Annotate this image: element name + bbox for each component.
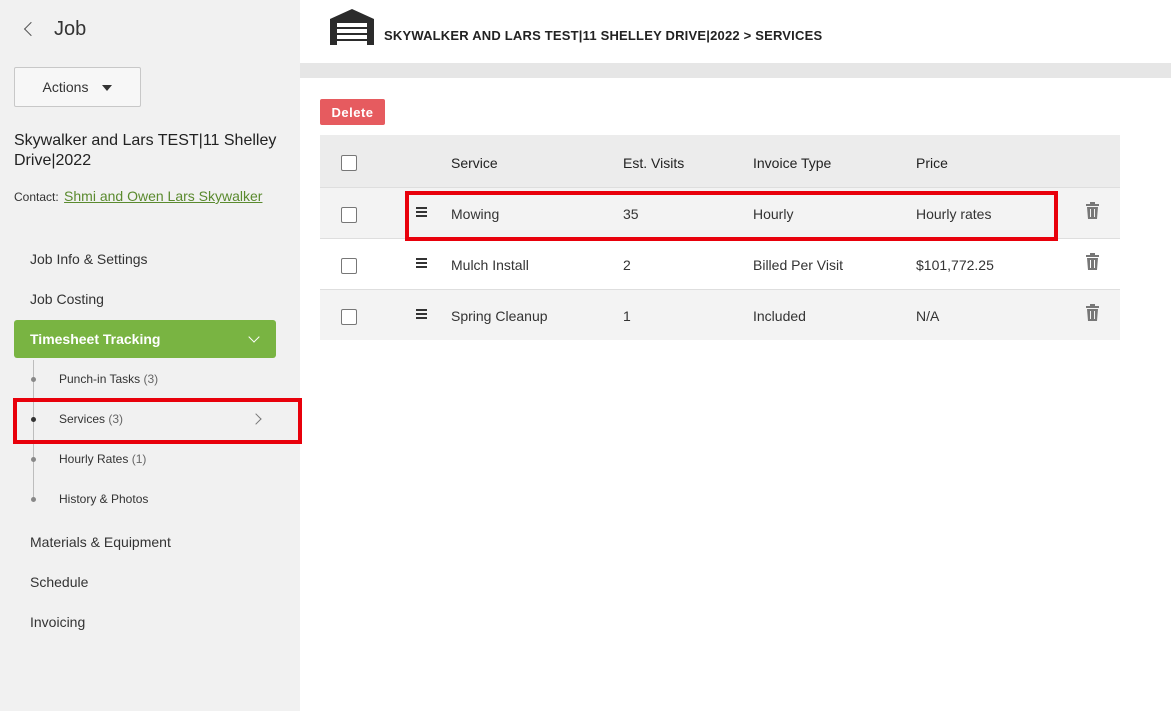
subnav-label: Services bbox=[59, 412, 106, 426]
subnav-count: (1) bbox=[131, 452, 147, 466]
subnav-label: Hourly Rates bbox=[59, 452, 129, 466]
subnav-count: (3) bbox=[143, 372, 159, 386]
subnav-dot-active bbox=[31, 417, 36, 422]
header-divider-bar bbox=[300, 63, 1171, 78]
nav-timesheet-label: Timesheet Tracking bbox=[30, 331, 161, 347]
cell-est-visits: 35 bbox=[623, 206, 639, 222]
page-title: Job bbox=[54, 17, 87, 40]
cell-invoice-type: Hourly bbox=[753, 206, 794, 222]
table-row[interactable]: Mulch Install 2 Billed Per Visit $101,77… bbox=[320, 238, 1120, 289]
trash-icon[interactable] bbox=[1086, 202, 1099, 219]
trash-icon[interactable] bbox=[1086, 253, 1099, 270]
sidebar: Job Actions Skywalker and Lars TEST|11 S… bbox=[0, 0, 300, 711]
contact-line: Contact: Shmi and Owen Lars Skywalker bbox=[14, 188, 262, 204]
cell-service: Mowing bbox=[451, 206, 500, 222]
subnav-dot bbox=[31, 497, 36, 502]
cell-price: Hourly rates bbox=[916, 206, 992, 222]
cell-invoice-type: Included bbox=[753, 308, 806, 324]
subnav-punch-in-tasks[interactable]: Punch-in Tasks (3) bbox=[59, 372, 158, 386]
subnav-history-photos[interactable]: History & Photos bbox=[59, 492, 148, 506]
job-title: Skywalker and Lars TEST|11 Shelley Drive… bbox=[14, 132, 277, 169]
select-all-checkbox[interactable] bbox=[341, 155, 357, 171]
subnav-dot bbox=[31, 457, 36, 462]
table-row[interactable]: Mowing 35 Hourly Hourly rates bbox=[320, 187, 1120, 238]
nav-job-costing[interactable]: Job Costing bbox=[30, 291, 104, 307]
trash-icon[interactable] bbox=[1086, 304, 1099, 321]
subnav-hourly-rates[interactable]: Hourly Rates (1) bbox=[59, 452, 146, 466]
nav-schedule[interactable]: Schedule bbox=[30, 574, 88, 590]
column-header-service[interactable]: Service bbox=[451, 155, 498, 171]
subnav-label: History & Photos bbox=[59, 492, 149, 506]
cell-est-visits: 1 bbox=[623, 308, 631, 324]
drag-handle-icon[interactable] bbox=[416, 309, 427, 319]
cell-service: Mulch Install bbox=[451, 257, 529, 273]
header: SKYWALKER AND LARS TEST|11 SHELLEY DRIVE… bbox=[300, 0, 1171, 63]
contact-label: Contact: bbox=[14, 190, 59, 204]
column-header-price[interactable]: Price bbox=[916, 155, 948, 171]
nav-invoicing[interactable]: Invoicing bbox=[30, 614, 85, 630]
table-header: Service Est. Visits Invoice Type Price bbox=[320, 135, 1120, 187]
row-checkbox[interactable] bbox=[341, 207, 357, 223]
subnav-label: Punch-in Tasks bbox=[59, 372, 141, 386]
actions-dropdown-button[interactable]: Actions bbox=[14, 67, 141, 107]
column-header-est-visits[interactable]: Est. Visits bbox=[623, 155, 684, 171]
cell-price: N/A bbox=[916, 308, 940, 324]
contact-link[interactable]: Shmi and Owen Lars Skywalker bbox=[64, 188, 262, 204]
row-checkbox[interactable] bbox=[341, 258, 357, 274]
garage-icon bbox=[330, 9, 374, 45]
drag-handle-icon[interactable] bbox=[416, 207, 427, 217]
nav-materials-equipment[interactable]: Materials & Equipment bbox=[30, 534, 171, 550]
delete-button[interactable]: Delete bbox=[320, 99, 385, 125]
chevron-left-icon bbox=[23, 21, 39, 37]
chevron-down-icon bbox=[248, 331, 260, 343]
drag-handle-icon[interactable] bbox=[416, 258, 427, 268]
cell-price: $101,772.25 bbox=[916, 257, 994, 273]
actions-label: Actions bbox=[42, 79, 89, 95]
table-row[interactable]: Spring Cleanup 1 Included N/A bbox=[320, 289, 1120, 340]
column-header-invoice-type[interactable]: Invoice Type bbox=[753, 155, 831, 171]
subnav-dot bbox=[31, 377, 36, 382]
nav-job-info[interactable]: Job Info & Settings bbox=[30, 251, 148, 267]
cell-service: Spring Cleanup bbox=[451, 308, 548, 324]
caret-down-icon bbox=[102, 85, 113, 91]
subnav-services[interactable]: Services (3) bbox=[59, 412, 123, 426]
row-checkbox[interactable] bbox=[341, 309, 357, 325]
back-button[interactable]: Job bbox=[22, 16, 86, 42]
nav-timesheet-tracking[interactable]: Timesheet Tracking bbox=[14, 320, 276, 358]
cell-est-visits: 2 bbox=[623, 257, 631, 273]
subnav-count: (3) bbox=[108, 412, 124, 426]
cell-invoice-type: Billed Per Visit bbox=[753, 257, 844, 273]
breadcrumb: SKYWALKER AND LARS TEST|11 SHELLEY DRIVE… bbox=[384, 28, 823, 43]
app: Job Actions Skywalker and Lars TEST|11 S… bbox=[0, 0, 1171, 711]
chevron-right-icon bbox=[250, 413, 262, 425]
